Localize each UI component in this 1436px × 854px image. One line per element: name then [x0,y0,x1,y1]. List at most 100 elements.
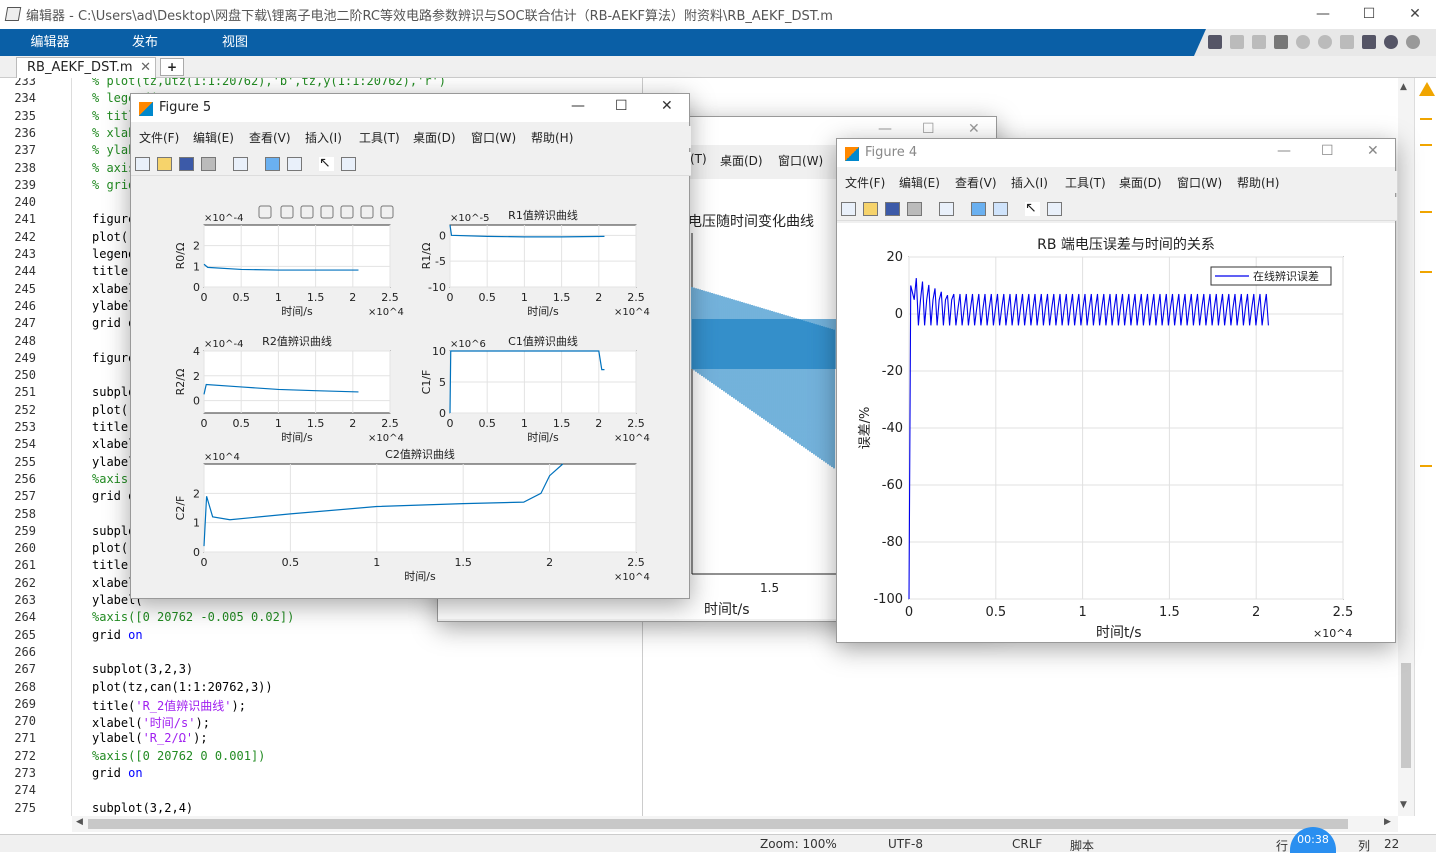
help-icon[interactable] [1384,35,1398,49]
menu-file[interactable]: 文件(F) [139,129,179,146]
menu-edit[interactable]: 编辑(E) [193,129,234,146]
code-line[interactable]: legend [92,247,135,261]
code-line[interactable]: %axis( [92,472,135,486]
new-figure-icon[interactable] [841,202,856,216]
scroll-thumb[interactable] [1401,663,1411,768]
menu-help[interactable]: 帮助(H) [531,129,573,146]
edit-plot-arrow-icon[interactable]: ↖ [1025,201,1040,216]
code-line[interactable]: grid o [92,489,135,503]
menu-window[interactable]: 窗口(W) [778,152,823,169]
warning-marker[interactable] [1420,144,1432,146]
menu-tools[interactable]: (T) [690,152,707,166]
menu-view[interactable]: 查看(V) [955,174,997,191]
insert-legend-icon[interactable] [993,202,1008,216]
tab-view[interactable]: 视图 [190,29,280,56]
code-line[interactable]: plot( [92,403,128,417]
vertical-scrollbar[interactable]: ▲ ▼ [1398,78,1414,816]
code-line[interactable]: xlabel [92,437,135,451]
figure5-maximize[interactable]: ☐ [615,98,628,114]
code-line[interactable]: grid on [92,766,143,780]
code-line[interactable]: xlabel [92,576,135,590]
redo-icon[interactable] [1318,35,1332,49]
menu-desktop[interactable]: 桌面(D) [1119,174,1162,191]
code-line[interactable]: plot( [92,230,128,244]
code-line[interactable]: xlabel [92,282,135,296]
print-figure-icon[interactable] [907,202,922,216]
menu-tools[interactable]: 工具(T) [1065,174,1106,191]
figure5-window[interactable]: Figure 5 — ☐ ✕ 文件(F) 编辑(E) 查看(V) 插入(I) 工… [130,93,691,599]
warning-icon[interactable] [1419,82,1435,96]
figure-back-minimize[interactable]: — [878,121,892,137]
figure5-close[interactable]: ✕ [661,98,673,114]
save-figure-icon[interactable] [179,157,194,171]
menu-window[interactable]: 窗口(W) [1177,174,1222,191]
code-line[interactable]: ylabel [92,299,135,313]
code-line[interactable]: subplot(3,2,3) [92,662,193,676]
code-line[interactable]: figure [92,351,135,365]
code-line[interactable]: xlabel('时间/s'); [92,714,210,731]
code-line[interactable]: grid on [92,628,143,642]
open-file-icon[interactable] [157,157,172,171]
open-file-icon[interactable] [863,202,878,216]
code-line[interactable]: plot( [92,541,128,555]
code-line[interactable]: title( [92,558,135,572]
new-figure-icon[interactable] [135,157,150,171]
code-line[interactable]: %axis([0 20762 -0.005 0.02]) [92,610,294,624]
cut-icon[interactable] [1230,35,1244,49]
print-figure-icon[interactable] [201,157,216,171]
edit-plot-arrow-icon[interactable]: ↖ [319,156,334,171]
layout-icon[interactable] [1362,35,1376,49]
code-line[interactable]: ylabel [92,455,135,469]
menu-insert[interactable]: 插入(I) [305,129,342,146]
figure4-minimize[interactable]: — [1277,143,1291,159]
code-line[interactable]: % grid [92,178,135,192]
link-plot-icon[interactable] [233,157,248,171]
copy-icon[interactable] [1252,35,1266,49]
tab-rb-aekf-dst[interactable]: RB_AEKF_DST.m ✕ [16,57,156,78]
code-line[interactable]: % plot(tz,utz(1:1:20762),'b',tz,y(1:1:20… [92,78,446,88]
minimize-button[interactable]: — [1300,0,1346,28]
dropdown-icon[interactable] [1406,35,1420,49]
close-tab-icon[interactable]: ✕ [140,58,151,78]
property-inspector-icon[interactable] [1047,202,1062,216]
undo-icon[interactable] [1296,35,1310,49]
link-plot-icon[interactable] [939,202,954,216]
scroll-up-icon[interactable]: ▲ [1400,82,1407,92]
menu-desktop[interactable]: 桌面(D) [413,129,456,146]
warning-marker[interactable] [1420,271,1432,273]
menu-desktop[interactable]: 桌面(D) [720,152,763,169]
hscroll-thumb[interactable] [88,819,1348,829]
insert-colorbar-icon[interactable] [265,157,280,171]
menu-insert[interactable]: 插入(I) [1011,174,1048,191]
horizontal-scrollbar[interactable]: ◀ ▶ [72,816,1398,832]
close-button[interactable]: ✕ [1392,0,1436,28]
figure5-minimize[interactable]: — [571,98,585,114]
warning-marker[interactable] [1420,211,1432,213]
insert-legend-icon[interactable] [287,157,302,171]
code-line[interactable]: title( [92,264,135,278]
tab-publish[interactable]: 发布 [100,29,190,56]
save-icon[interactable] [1208,35,1222,49]
scroll-left-icon[interactable]: ◀ [76,817,83,827]
code-line[interactable]: plot(tz,can(1:1:20762,3)) [92,680,273,694]
code-line[interactable]: title( [92,420,135,434]
menu-file[interactable]: 文件(F) [845,174,885,191]
tab-editor[interactable]: 编辑器 [0,29,100,56]
menu-tools[interactable]: 工具(T) [359,129,400,146]
menu-help[interactable]: 帮助(H) [1237,174,1279,191]
paste-icon[interactable] [1274,35,1288,49]
save-figure-icon[interactable] [885,202,900,216]
maximize-button[interactable]: ☐ [1346,0,1392,28]
property-inspector-icon[interactable] [341,157,356,171]
figure4-window[interactable]: Figure 4 — ☐ ✕ 文件(F) 编辑(E) 查看(V) 插入(I) 工… [836,138,1397,643]
figure4-maximize[interactable]: ☐ [1321,143,1334,159]
code-line[interactable]: grid o [92,316,135,330]
warning-marker[interactable] [1420,118,1432,120]
warning-marker[interactable] [1420,465,1432,467]
code-line[interactable]: subplot(3,2,4) [92,801,193,815]
menu-view[interactable]: 查看(V) [249,129,291,146]
code-line[interactable]: ylabel('R_2/Ω'); [92,731,208,745]
insert-colorbar-icon[interactable] [971,202,986,216]
scroll-right-icon[interactable]: ▶ [1384,817,1391,827]
print-icon[interactable] [1340,35,1354,49]
